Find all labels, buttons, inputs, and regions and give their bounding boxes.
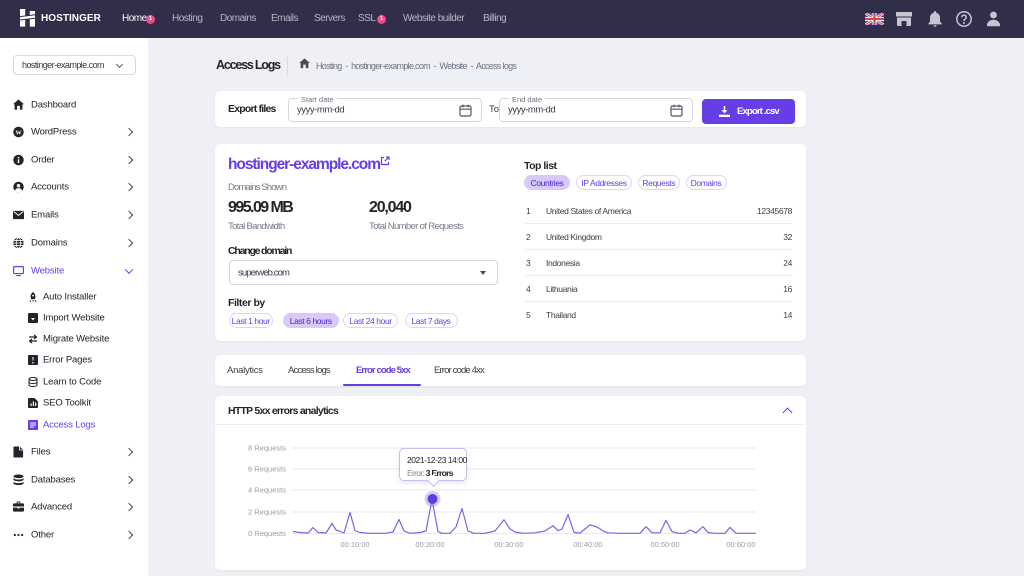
svg-text:00:20:00: 00:20:00	[415, 540, 444, 549]
svg-text:6 Requests: 6 Requests	[248, 465, 286, 474]
svg-text:4 Requests: 4 Requests	[248, 486, 286, 495]
svg-text:8 Requests: 8 Requests	[248, 444, 286, 453]
svg-text:00:40:00: 00:40:00	[573, 540, 602, 549]
svg-text:00:30:00: 00:30:00	[494, 540, 523, 549]
svg-text:00:10:00: 00:10:00	[340, 540, 369, 549]
svg-text:2 Requests: 2 Requests	[248, 508, 286, 517]
svg-text:W: W	[15, 129, 22, 136]
svg-text:00:60:00: 00:60:00	[726, 540, 755, 549]
svg-text:0 Requests: 0 Requests	[248, 529, 286, 538]
svg-text:00:50:00: 00:50:00	[650, 540, 679, 549]
